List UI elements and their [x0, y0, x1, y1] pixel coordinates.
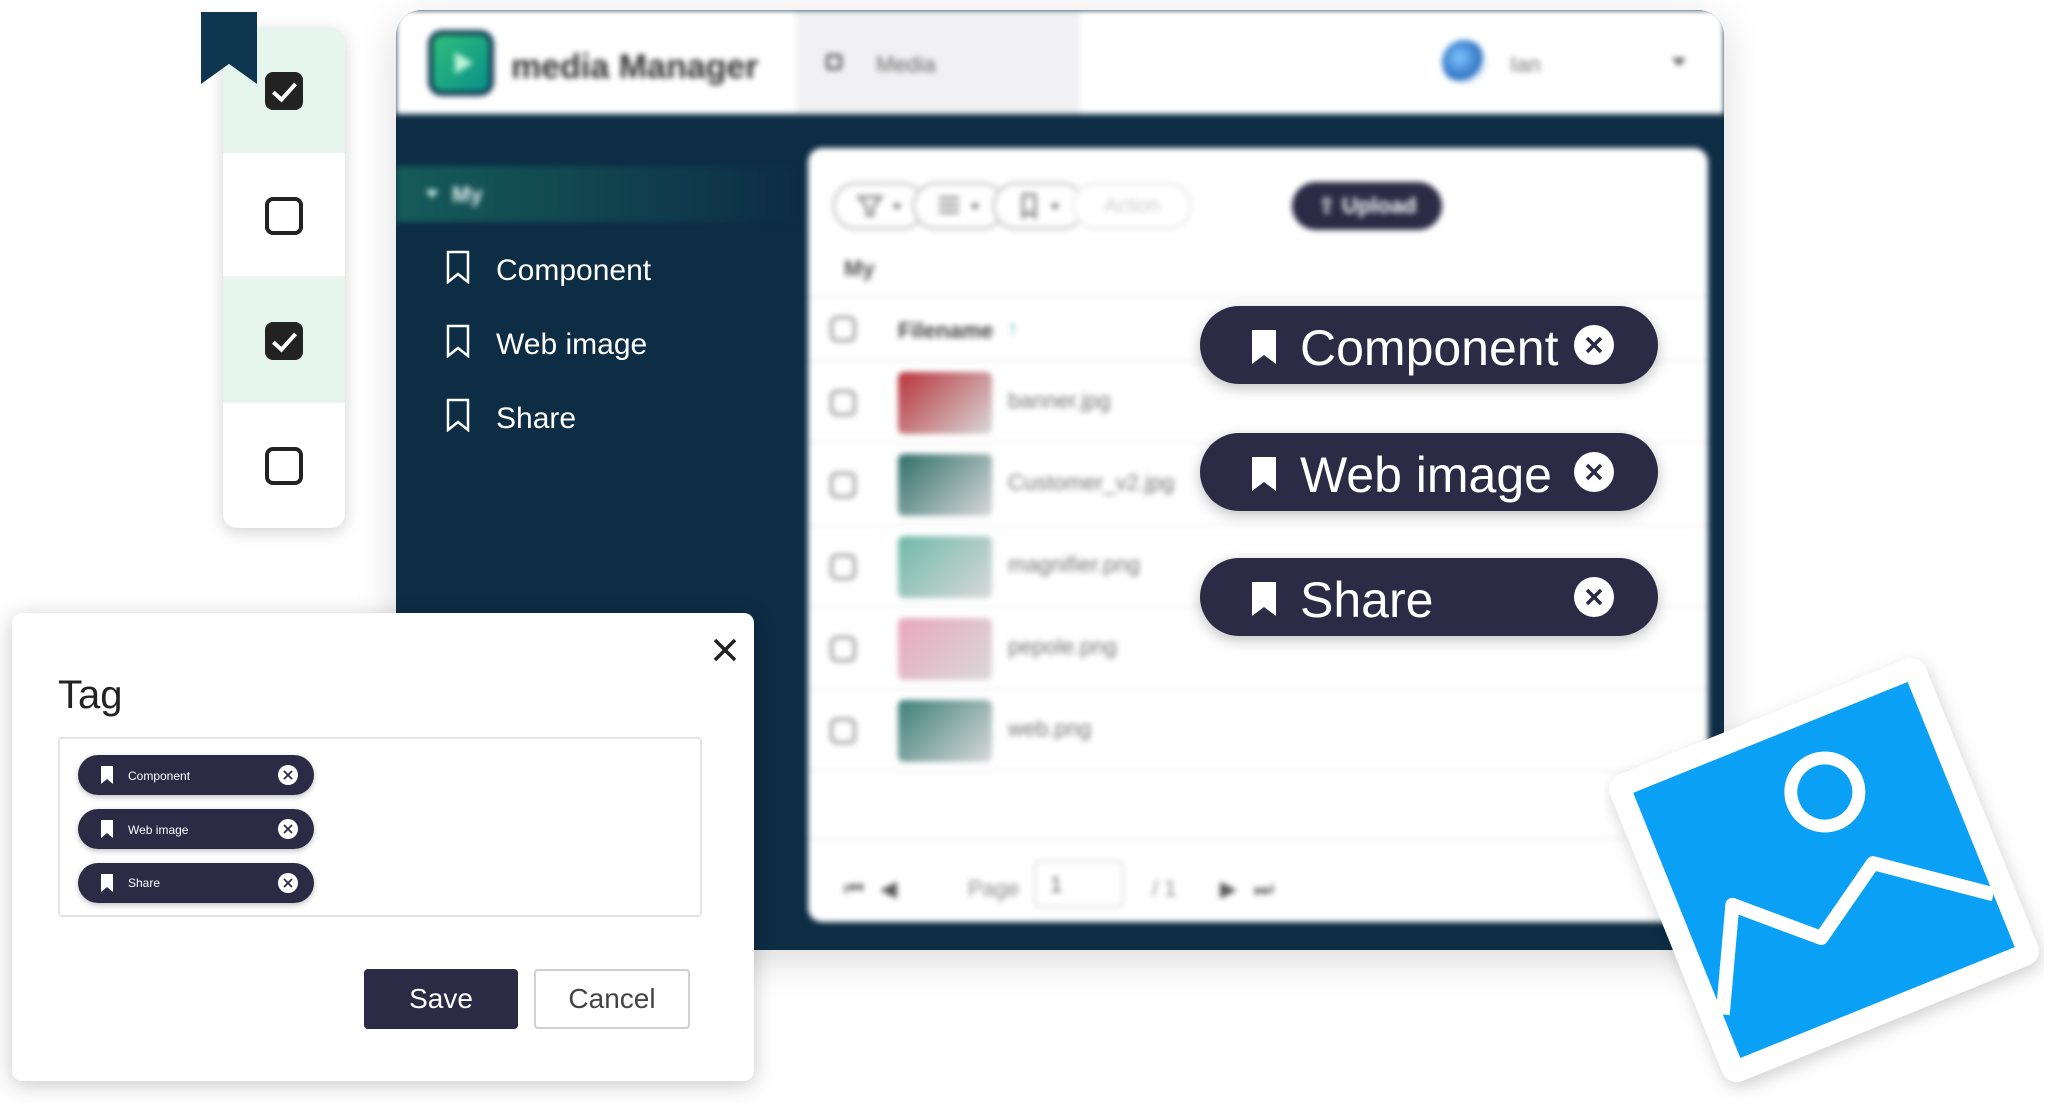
breadcrumb: My [844, 256, 875, 281]
dialog-tag-chip-share: Share [78, 863, 314, 903]
dialog-tag-label: Component [128, 769, 191, 783]
tag-chip-web-image: Web image [1200, 433, 1658, 511]
sidebar-group-my[interactable]: My [396, 166, 796, 222]
cancel-button[interactable]: Cancel [534, 969, 690, 1029]
check-cell [223, 278, 345, 403]
bookmark-icon [1252, 330, 1276, 364]
file-name[interactable]: pepole.png [1008, 634, 1117, 660]
action-button[interactable]: Action [1072, 182, 1192, 230]
file-thumbnail[interactable] [898, 454, 992, 516]
pagination: ⏮ ◀ Page 1 / 1 ▶ ⏭ [808, 838, 1708, 922]
user-name: Ian [1510, 52, 1541, 77]
upload-button[interactable]: ⇪ Upload [1292, 182, 1442, 230]
page-label: Page [968, 876, 1020, 901]
file-thumbnail[interactable] [898, 536, 992, 598]
close-icon[interactable] [708, 633, 742, 667]
row-checkbox[interactable] [830, 636, 856, 662]
row-checkbox[interactable] [830, 472, 856, 498]
upload-button-label: Upload [1341, 193, 1417, 218]
sidebar-item-label: Web image [496, 328, 648, 361]
file-thumbnail[interactable] [898, 618, 992, 680]
row-checkbox[interactable] [830, 718, 856, 744]
file-name[interactable]: web.png [1008, 716, 1091, 742]
sidebar-item-label: Share [496, 402, 577, 435]
user-menu-chevron-down-icon[interactable] [1672, 58, 1686, 66]
check-cell [223, 153, 345, 278]
sidebar-group-label: My [452, 182, 483, 207]
file-thumbnail[interactable] [898, 700, 992, 762]
sidebar-item-component[interactable]: Component [446, 250, 746, 290]
page-total: / 1 [1152, 876, 1177, 901]
tag-chip-label: Share [1300, 572, 1434, 628]
file-name[interactable]: magnifier.png [1008, 552, 1140, 578]
upload-icon: ⇪ [1317, 193, 1342, 218]
header-tab-media[interactable]: Media [796, 10, 1080, 114]
tag-input-box[interactable]: Component Web image Share [58, 737, 702, 917]
select-all-checkbox[interactable] [830, 316, 856, 342]
file-list-panel: Action ⇪ Upload My Filename ↑ banner.jpg… [808, 148, 1708, 922]
table-row[interactable]: web.png [808, 690, 1708, 772]
remove-tag-close-icon[interactable] [278, 819, 298, 839]
dialog-tag-label: Web image [128, 823, 189, 837]
header-tab-label: Media [876, 52, 936, 77]
tag-chip-label: Web image [1300, 447, 1552, 503]
app-title: media Manager [511, 48, 759, 86]
file-name[interactable]: Customer_v2.jpg [1008, 470, 1174, 496]
bookmark-outline-icon [446, 398, 470, 432]
user-avatar[interactable] [1442, 40, 1486, 84]
checkbox-unchecked[interactable] [265, 447, 303, 485]
first-page-icon[interactable]: ⏮ [844, 876, 864, 902]
dialog-title: Tag [58, 673, 123, 717]
app-logo-icon [428, 30, 494, 96]
page-number-input[interactable]: 1 [1034, 860, 1124, 908]
remove-tag-close-icon[interactable] [1574, 452, 1614, 492]
bookmark-icon [101, 820, 113, 838]
tag-chip-label: Component [1300, 320, 1559, 376]
sort-arrow-icon[interactable]: ↑ [1008, 318, 1018, 341]
bookmark-outline-icon [446, 324, 470, 358]
next-page-icon[interactable]: ▶ [1220, 876, 1237, 902]
row-checkbox[interactable] [830, 390, 856, 416]
media-tab-icon [826, 54, 842, 70]
checkbox-checked[interactable] [265, 322, 303, 360]
tag-chip-share: Share [1200, 558, 1658, 636]
checkbox-column [223, 28, 345, 528]
bookmark-icon [1252, 582, 1276, 616]
file-name[interactable]: banner.jpg [1008, 388, 1111, 414]
remove-tag-close-icon[interactable] [278, 873, 298, 893]
app-header: media Manager Media Ian [396, 10, 1724, 114]
file-thumbnail[interactable] [898, 372, 992, 434]
sidebar-item-label: Component [496, 254, 652, 287]
tag-chip-component: Component [1200, 306, 1658, 384]
save-button[interactable]: Save [364, 969, 518, 1029]
prev-page-icon[interactable]: ◀ [880, 876, 897, 902]
image-icon [1609, 658, 2039, 1082]
bookmark-outline-icon [446, 250, 470, 284]
checkbox-checked[interactable] [265, 72, 303, 110]
column-header-filename[interactable]: Filename [898, 318, 993, 344]
dialog-tag-chip-component: Component [78, 755, 314, 795]
dialog-tag-label: Share [128, 876, 161, 890]
row-checkbox[interactable] [830, 554, 856, 580]
tag-dialog: Tag Component Web image Share Save Cance… [12, 613, 754, 1081]
bookmark-icon [101, 874, 113, 892]
remove-tag-close-icon[interactable] [278, 765, 298, 785]
sidebar-item-web-image[interactable]: Web image [446, 324, 746, 364]
caret-down-icon [426, 190, 438, 198]
bookmark-icon [1252, 457, 1276, 491]
last-page-icon[interactable]: ⏭ [1254, 876, 1274, 902]
check-cell [223, 403, 345, 528]
bookmark-icon [101, 766, 113, 784]
sidebar-item-share[interactable]: Share [446, 398, 746, 438]
checkbox-unchecked[interactable] [265, 197, 303, 235]
dialog-tag-chip-web-image: Web image [78, 809, 314, 849]
remove-tag-close-icon[interactable] [1574, 577, 1614, 617]
remove-tag-close-icon[interactable] [1574, 325, 1614, 365]
